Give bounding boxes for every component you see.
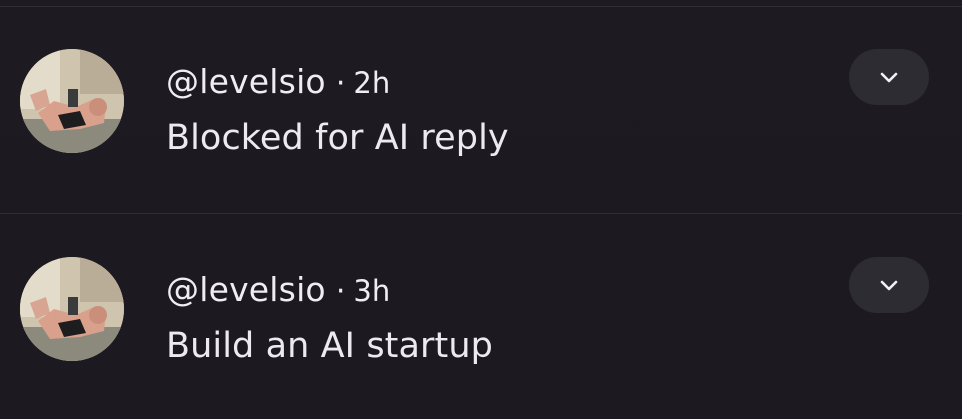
row-divider [0,213,962,214]
notification-meta: @levelsio · 2h [166,62,390,102]
top-divider [0,6,962,7]
separator-dot: · [335,274,346,309]
username[interactable]: @levelsio [166,62,326,101]
notification-message: Build an AI startup [166,326,493,366]
separator-dot: · [335,66,346,101]
notification-item[interactable]: @levelsio · 3h Build an AI startup [0,248,962,398]
username[interactable]: @levelsio [166,270,326,309]
notification-list: @levelsio · 2h Blocked for AI reply @lev… [0,0,962,419]
avatar [20,257,124,361]
notification-meta: @levelsio · 3h [166,270,390,310]
chevron-down-icon [880,72,898,83]
avatar [20,49,124,153]
notification-item[interactable]: @levelsio · 2h Blocked for AI reply [0,40,962,190]
notification-message: Blocked for AI reply [166,118,509,158]
expand-button[interactable] [849,257,929,313]
timestamp: 3h [353,274,391,308]
chevron-down-icon [880,280,898,291]
timestamp: 2h [353,66,391,100]
expand-button[interactable] [849,49,929,105]
